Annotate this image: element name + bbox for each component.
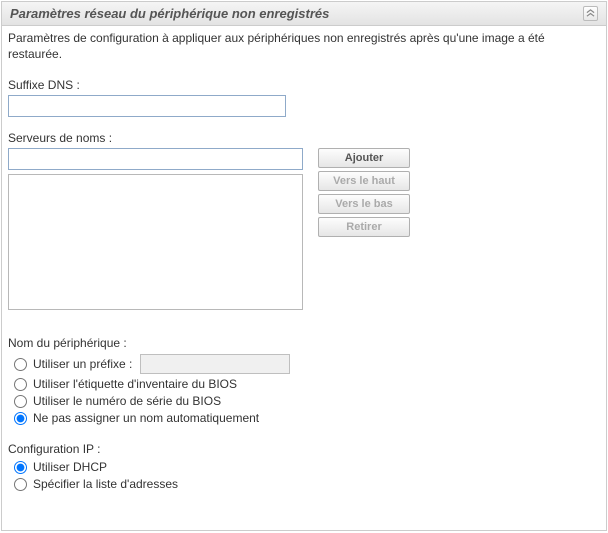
chevron-up-icon bbox=[586, 9, 595, 18]
ip-config-radio-list[interactable] bbox=[14, 478, 27, 491]
collapse-button[interactable] bbox=[583, 6, 598, 21]
device-name-option-no-auto: Ne pas assigner un nom automatiquement bbox=[33, 411, 259, 425]
ip-config-option-dhcp: Utiliser DHCP bbox=[33, 460, 107, 474]
device-name-radio-no-auto[interactable] bbox=[14, 412, 27, 425]
device-name-prefix-input[interactable] bbox=[140, 354, 290, 374]
dns-suffix-input[interactable] bbox=[8, 95, 286, 117]
device-name-radio-prefix[interactable] bbox=[14, 358, 27, 371]
ip-config-radio-dhcp[interactable] bbox=[14, 461, 27, 474]
device-name-label: Nom du périphérique : bbox=[8, 336, 600, 350]
ip-config-label: Configuration IP : bbox=[8, 442, 600, 456]
add-button[interactable]: Ajouter bbox=[318, 148, 410, 168]
panel-title: Paramètres réseau du périphérique non en… bbox=[10, 6, 329, 21]
remove-button[interactable]: Retirer bbox=[318, 217, 410, 237]
ip-config-option-list: Spécifier la liste d'adresses bbox=[33, 477, 178, 491]
move-up-button[interactable]: Vers le haut bbox=[318, 171, 410, 191]
name-servers-label: Serveurs de noms : bbox=[8, 131, 600, 145]
settings-panel: Paramètres réseau du périphérique non en… bbox=[1, 1, 607, 531]
panel-header: Paramètres réseau du périphérique non en… bbox=[2, 2, 606, 26]
device-name-option-bios-asset: Utiliser l'étiquette d'inventaire du BIO… bbox=[33, 377, 237, 391]
device-name-radio-bios-serial[interactable] bbox=[14, 395, 27, 408]
name-server-input[interactable] bbox=[8, 148, 303, 170]
dns-suffix-label: Suffixe DNS : bbox=[8, 78, 600, 92]
panel-description: Paramètres de configuration à appliquer … bbox=[8, 30, 600, 62]
move-down-button[interactable]: Vers le bas bbox=[318, 194, 410, 214]
device-name-option-bios-serial: Utiliser le numéro de série du BIOS bbox=[33, 394, 221, 408]
device-name-group: Utiliser un préfixe : Utiliser l'étiquet… bbox=[8, 354, 600, 425]
name-servers-listbox[interactable] bbox=[8, 174, 303, 310]
ip-config-group: Utiliser DHCP Spécifier la liste d'adres… bbox=[8, 460, 600, 491]
panel-body: Paramètres de configuration à appliquer … bbox=[2, 26, 606, 500]
device-name-radio-bios-asset[interactable] bbox=[14, 378, 27, 391]
device-name-option-prefix: Utiliser un préfixe : bbox=[33, 357, 132, 371]
